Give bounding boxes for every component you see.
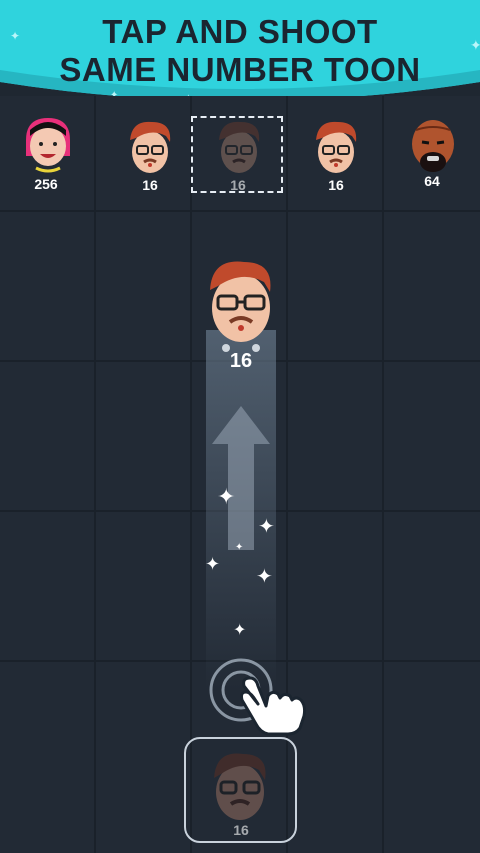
guy-glasses-mustache-icon xyxy=(211,118,267,183)
sparkle-icon: ✦ xyxy=(217,484,236,509)
shooter-value: 16 xyxy=(233,822,249,838)
sparkle-icon: ✦ xyxy=(258,516,275,538)
bald-bearded-man-icon xyxy=(404,116,462,181)
sparkle-icon: ✦ xyxy=(235,542,244,553)
sparkle-icon: ✦ xyxy=(256,566,273,588)
guy-glasses-mustache-icon xyxy=(122,118,178,183)
sparkle-icon: ✦ xyxy=(233,622,247,639)
banner-title-line2: SAME NUMBER TOON xyxy=(59,51,421,88)
tap-hand-icon xyxy=(240,676,307,736)
sparkle-icon: ✦ xyxy=(205,554,221,574)
grid-line xyxy=(0,210,480,212)
flying-toon-value: 16 xyxy=(229,350,253,372)
guy-glasses-mustache-icon[interactable] xyxy=(209,748,271,833)
toon-value: 64 xyxy=(424,173,440,189)
toon-value: 16 xyxy=(230,177,246,193)
girl-pink-hair-icon xyxy=(18,116,78,183)
toon-value: 16 xyxy=(142,177,158,193)
banner-title-line1: TAP AND SHOOT xyxy=(102,13,378,50)
toon-value: 256 xyxy=(34,176,58,192)
guy-glasses-mustache-icon xyxy=(204,256,278,361)
toon-value: 16 xyxy=(328,177,344,193)
guy-glasses-mustache-icon xyxy=(308,118,364,183)
